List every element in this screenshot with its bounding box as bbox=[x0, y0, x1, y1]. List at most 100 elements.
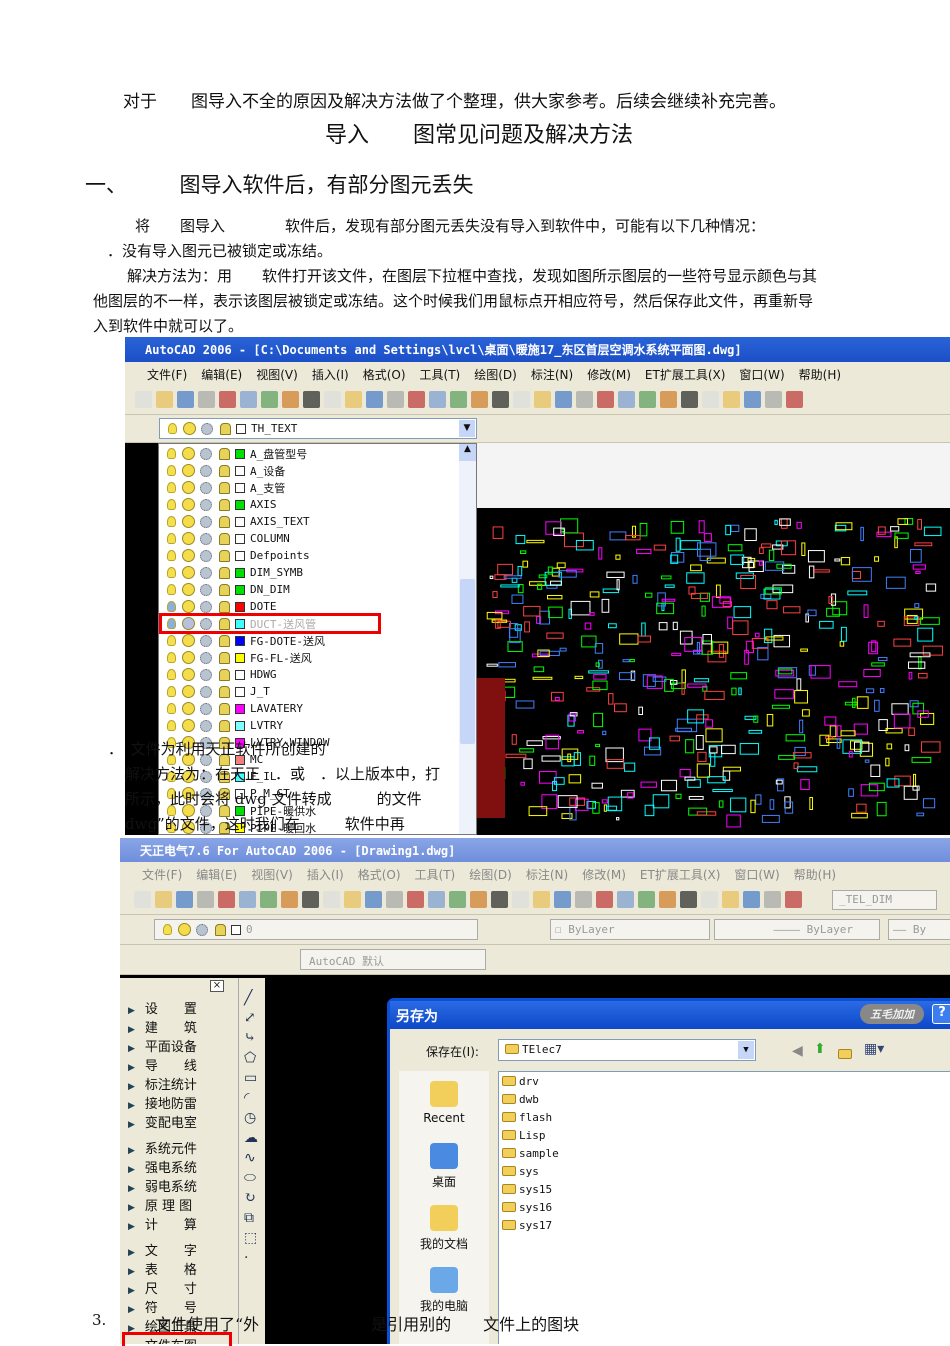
folder-item[interactable]: sys bbox=[502, 1165, 539, 1178]
save-in-dropdown[interactable]: TElec7 ▼ bbox=[498, 1039, 756, 1061]
draw-tool-icon[interactable]: ⬚ bbox=[244, 1230, 257, 1246]
freeze-icon[interactable] bbox=[182, 549, 195, 562]
side-menu-item[interactable]: 强电系统 bbox=[128, 1157, 197, 1176]
layer-row[interactable]: DIM_SYMB bbox=[159, 564, 459, 581]
draw-tool-icon[interactable]: ◜ bbox=[244, 1090, 249, 1106]
lock-icon[interactable] bbox=[219, 464, 230, 477]
layer-row[interactable]: DUCT-送风管 bbox=[159, 613, 459, 634]
chevron-down-icon[interactable]: ▼ bbox=[738, 1041, 754, 1059]
menu-item[interactable]: 编辑(E) bbox=[196, 868, 237, 882]
toolbar-button-icon[interactable] bbox=[555, 391, 572, 408]
side-menu-item[interactable]: 文 字 bbox=[128, 1240, 197, 1259]
menu-item[interactable]: 标注(N) bbox=[526, 868, 568, 882]
menu-item[interactable]: 窗口(W) bbox=[739, 368, 784, 382]
folder-item[interactable]: sys16 bbox=[502, 1201, 552, 1214]
toolbar-button-icon[interactable] bbox=[261, 391, 278, 408]
freeze-icon[interactable] bbox=[182, 464, 195, 477]
file-list[interactable]: drv dwb flash Lisp sample sys sys15 sys16 sys17 bbox=[498, 1071, 950, 1344]
layer-row[interactable]: COLUMN bbox=[159, 530, 459, 547]
side-menu-item[interactable]: 标注统计 bbox=[128, 1074, 197, 1093]
bulb-icon[interactable] bbox=[167, 499, 176, 510]
toolbar-button-icon[interactable] bbox=[513, 391, 530, 408]
layer-row[interactable]: AXIS bbox=[159, 496, 459, 513]
toolbar-button-icon[interactable] bbox=[218, 891, 235, 908]
side-menu-item[interactable]: 计 算 bbox=[128, 1214, 197, 1233]
bulb-icon[interactable] bbox=[167, 686, 176, 697]
toolbar-button-icon[interactable] bbox=[450, 391, 467, 408]
folder-item[interactable]: sample bbox=[502, 1147, 559, 1160]
side-menu-item[interactable]: 尺 寸 bbox=[128, 1278, 197, 1297]
toolbar-button-icon[interactable] bbox=[176, 891, 193, 908]
draw-tool-icon[interactable]: ⬭ bbox=[244, 1170, 256, 1186]
folder-item[interactable]: flash bbox=[502, 1111, 552, 1124]
place-item[interactable]: 桌面 bbox=[399, 1143, 489, 1190]
freeze-icon[interactable] bbox=[182, 702, 195, 715]
folder-item[interactable]: drv bbox=[502, 1075, 539, 1088]
bulb-icon[interactable] bbox=[167, 601, 176, 612]
toolbar-button-icon[interactable] bbox=[722, 891, 739, 908]
place-item[interactable]: Recent bbox=[399, 1081, 489, 1125]
draw-tool-icon[interactable]: ⤢ bbox=[244, 1010, 256, 1026]
bulb-icon[interactable] bbox=[167, 516, 176, 527]
toolbar-button-icon[interactable] bbox=[533, 891, 550, 908]
toolbar-button-icon[interactable] bbox=[638, 891, 655, 908]
draw-tool-icon[interactable]: ↻ bbox=[244, 1190, 256, 1206]
side-menu-item[interactable]: 平面设备 bbox=[128, 1036, 197, 1055]
folder-item[interactable]: dwb bbox=[502, 1093, 539, 1106]
side-menu-item[interactable]: 设 置 bbox=[128, 998, 197, 1017]
lock-icon[interactable] bbox=[219, 532, 230, 545]
side-menu-item[interactable]: 接地防雷 bbox=[128, 1093, 197, 1112]
draw-tool-icon[interactable]: ⬠ bbox=[244, 1050, 256, 1066]
toolbar-button-icon[interactable] bbox=[134, 891, 151, 908]
scrollbar[interactable]: ▲ bbox=[459, 444, 476, 834]
layer-row[interactable]: HDWG bbox=[159, 666, 459, 683]
toolbar-button-icon[interactable] bbox=[743, 891, 760, 908]
freeze-icon[interactable] bbox=[182, 600, 195, 613]
toolbar-button-icon[interactable] bbox=[764, 891, 781, 908]
lock-icon[interactable] bbox=[219, 549, 230, 562]
side-menu-item[interactable]: 弱电系统 bbox=[128, 1176, 197, 1195]
side-menu-item[interactable]: 系统元件 bbox=[128, 1138, 197, 1157]
toolbar-button-icon[interactable] bbox=[618, 391, 635, 408]
toolbar-button-icon[interactable] bbox=[240, 391, 257, 408]
view-menu-icon[interactable]: ▦▾ bbox=[864, 1041, 884, 1057]
toolbar-button-icon[interactable] bbox=[282, 391, 299, 408]
folder-item[interactable]: sys17 bbox=[502, 1219, 552, 1232]
toolbar-button-icon[interactable] bbox=[177, 391, 194, 408]
draw-tool-icon[interactable]: · bbox=[244, 1250, 248, 1266]
toolbar-button-icon[interactable] bbox=[701, 891, 718, 908]
up-folder-icon[interactable]: ⬆ bbox=[814, 1041, 826, 1057]
toolbar-button-icon[interactable] bbox=[575, 891, 592, 908]
lock-icon[interactable] bbox=[219, 583, 230, 596]
toolbar-button-icon[interactable] bbox=[576, 391, 593, 408]
menu-item[interactable]: 视图(V) bbox=[256, 368, 298, 382]
layer-dropdown[interactable]: 0 bbox=[154, 919, 478, 940]
toolbar-button-icon[interactable] bbox=[219, 391, 236, 408]
freeze-icon[interactable] bbox=[182, 447, 195, 460]
bulb-icon[interactable] bbox=[167, 550, 176, 561]
bulb-icon[interactable] bbox=[167, 533, 176, 544]
freeze-icon[interactable] bbox=[182, 668, 195, 681]
toolbar-button-icon[interactable] bbox=[659, 891, 676, 908]
toolbar-button-icon[interactable] bbox=[387, 391, 404, 408]
close-icon[interactable]: × bbox=[210, 980, 224, 992]
toolbar-button-icon[interactable] bbox=[744, 391, 761, 408]
draw-tool-icon[interactable]: ⤷ bbox=[244, 1030, 256, 1046]
toolbar-button-icon[interactable] bbox=[785, 891, 802, 908]
toolbar-button-icon[interactable] bbox=[660, 391, 677, 408]
freeze-icon[interactable] bbox=[182, 498, 195, 511]
toolbar-button-icon[interactable] bbox=[596, 891, 613, 908]
lineweight-dropdown[interactable]: —— By bbox=[888, 919, 950, 940]
layer-row[interactable]: LAVATERY bbox=[159, 700, 459, 717]
chevron-down-icon[interactable]: ▼ bbox=[459, 420, 475, 437]
bulb-icon[interactable] bbox=[167, 635, 176, 646]
lock-icon[interactable] bbox=[219, 515, 230, 528]
toolbar-button-icon[interactable] bbox=[786, 391, 803, 408]
toolbar-button-icon[interactable] bbox=[407, 891, 424, 908]
layer-row[interactable]: LVTRY bbox=[159, 717, 459, 734]
menu-item[interactable]: 帮助(H) bbox=[794, 868, 836, 882]
freeze-icon[interactable] bbox=[182, 515, 195, 528]
toolbar-button-icon[interactable] bbox=[366, 391, 383, 408]
draw-tool-icon[interactable]: ╱ bbox=[244, 990, 252, 1006]
toolbar-button-icon[interactable] bbox=[492, 391, 509, 408]
